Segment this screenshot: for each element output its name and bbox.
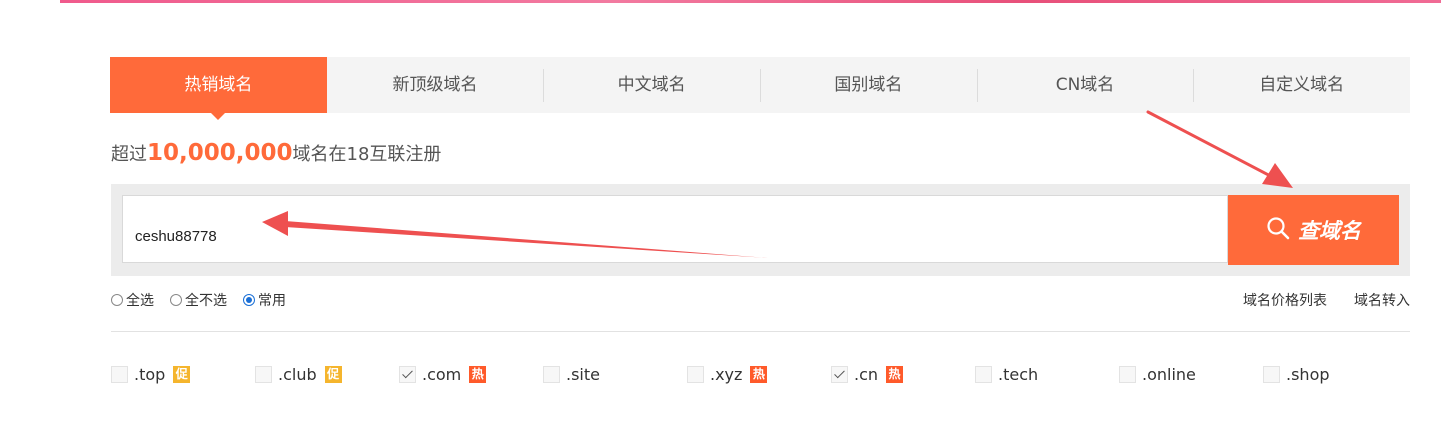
- hot-badge: 热: [886, 365, 904, 383]
- tld-option-com[interactable]: .com 热: [399, 363, 487, 385]
- tld-name: .top: [134, 364, 166, 384]
- top-banner-strip: [60, 0, 1441, 3]
- select-all-radio[interactable]: [111, 294, 123, 306]
- tld-checkbox[interactable]: [111, 365, 128, 383]
- tld-checkbox[interactable]: [975, 365, 992, 383]
- promo-badge: 促: [173, 365, 191, 383]
- tld-name: .site: [566, 364, 600, 384]
- tab-hot-domains[interactable]: 热销域名: [110, 57, 327, 120]
- tld-checkbox[interactable]: [1263, 365, 1280, 383]
- tld-selection-options: 全选 全不选 常用: [111, 290, 286, 310]
- select-common-radio[interactable]: [243, 294, 255, 306]
- tld-name: .com: [422, 364, 462, 384]
- hot-badge: 热: [750, 365, 768, 383]
- registration-count-headline: 超过10,000,000域名在18互联注册: [111, 140, 441, 166]
- select-common-label: 常用: [258, 293, 286, 309]
- tab-chinese-domains[interactable]: 中文域名: [543, 57, 760, 113]
- tld-name: .cn: [854, 364, 879, 384]
- select-common-option[interactable]: 常用: [243, 290, 286, 310]
- select-none-radio[interactable]: [170, 294, 182, 306]
- promo-badge: 促: [324, 365, 342, 383]
- select-none-option[interactable]: 全不选: [170, 290, 227, 310]
- tld-name: .tech: [998, 364, 1039, 384]
- tld-checkbox[interactable]: [687, 365, 704, 383]
- headline-suffix: 域名在18互联注册: [292, 144, 442, 165]
- tld-name: .club: [278, 364, 317, 384]
- tab-new-gtld[interactable]: 新顶级域名: [327, 57, 544, 113]
- domain-links: 域名价格列表 域名转入: [1243, 290, 1410, 310]
- domain-category-tabs: 热销域名 新顶级域名 中文域名 国别域名 CN域名 自定义域名: [110, 57, 1410, 120]
- tld-checkbox[interactable]: [1119, 365, 1136, 383]
- search-icon: [1266, 216, 1290, 244]
- tld-name: .xyz: [710, 364, 743, 384]
- tld-option-club[interactable]: .club 促: [255, 363, 342, 385]
- tab-cn-domains[interactable]: CN域名: [976, 57, 1194, 113]
- tld-option-top[interactable]: .top 促: [111, 363, 191, 385]
- select-all-label: 全选: [126, 293, 154, 309]
- tld-option-xyz[interactable]: .xyz 热: [687, 363, 768, 385]
- domain-search-input[interactable]: [122, 195, 1228, 263]
- tld-name: .shop: [1286, 364, 1330, 384]
- domain-search-box: 查域名: [111, 184, 1410, 276]
- tld-option-site[interactable]: .site: [543, 363, 600, 385]
- divider: [111, 331, 1410, 332]
- tab-country-domains[interactable]: 国别域名: [760, 57, 977, 113]
- select-all-option[interactable]: 全选: [111, 290, 154, 310]
- tld-option-online[interactable]: .online: [1119, 363, 1196, 385]
- select-none-label: 全不选: [185, 293, 227, 309]
- price-list-link[interactable]: 域名价格列表: [1243, 290, 1327, 310]
- headline-prefix: 超过: [111, 144, 147, 165]
- domain-transfer-link[interactable]: 域名转入: [1354, 290, 1410, 310]
- tld-checkbox[interactable]: [399, 365, 416, 383]
- search-domain-button[interactable]: 查域名: [1228, 195, 1399, 265]
- registration-count: 10,000,000: [147, 140, 293, 166]
- tld-option-shop[interactable]: .shop: [1263, 363, 1330, 385]
- arrow-to-search-button: [1146, 110, 1293, 188]
- tld-option-tech[interactable]: .tech: [975, 363, 1038, 385]
- tld-checkbox[interactable]: [831, 365, 848, 383]
- tld-option-cn[interactable]: .cn 热: [831, 363, 904, 385]
- tld-checkbox[interactable]: [543, 365, 560, 383]
- tld-name: .online: [1142, 364, 1196, 384]
- hot-badge: 热: [469, 365, 487, 383]
- tab-custom-domains[interactable]: 自定义域名: [1193, 57, 1410, 113]
- search-button-label: 查域名: [1298, 219, 1361, 243]
- tld-checkbox[interactable]: [255, 365, 272, 383]
